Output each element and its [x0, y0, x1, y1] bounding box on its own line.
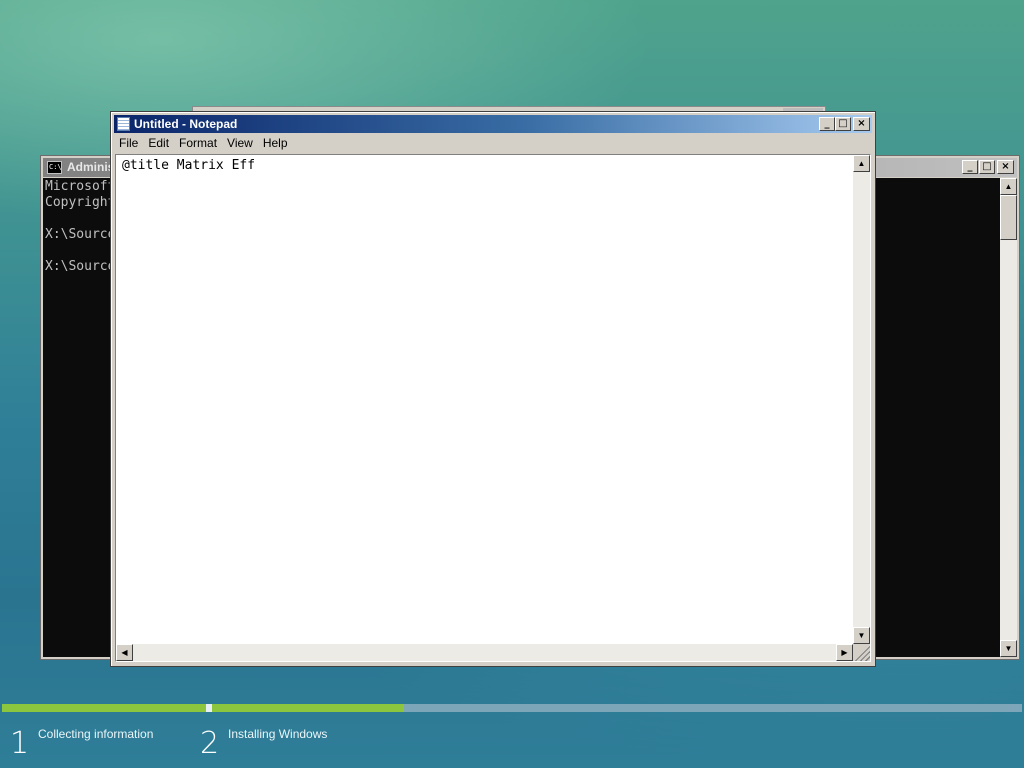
step-label: Installing Windows [228, 727, 328, 741]
scroll-down-arrow-icon[interactable]: ▼ [1000, 640, 1017, 657]
minimize-button[interactable]: _ [819, 117, 835, 131]
maximize-button[interactable]: □ [979, 160, 995, 174]
scroll-right-arrow-icon[interactable]: ▶ [836, 644, 853, 661]
cmd-icon: C:\ [47, 161, 62, 174]
notepad-title-bar[interactable]: Untitled - Notepad _ □ × [114, 115, 872, 133]
scroll-down-arrow-icon[interactable]: ▼ [853, 627, 870, 644]
close-button[interactable]: × [853, 117, 870, 131]
step-number: 2 [200, 726, 220, 761]
menu-view[interactable]: View [222, 134, 258, 150]
menu-format[interactable]: Format [174, 134, 222, 150]
progress-step2-fill [212, 704, 404, 712]
resize-grip-icon[interactable] [853, 644, 870, 661]
text-editor[interactable]: @title Matrix Eff ▲ ▼ ◀ ▶ [115, 154, 871, 662]
progress-step1-fill [2, 704, 206, 712]
console-vertical-scrollbar[interactable]: ▲ ▼ [1000, 178, 1017, 657]
menu-bar: File Edit Format View Help [114, 134, 872, 153]
menu-file[interactable]: File [114, 134, 143, 150]
notepad-window[interactable]: Untitled - Notepad _ □ × File Edit Format V… [110, 111, 876, 667]
editor-vertical-scrollbar[interactable]: ▲ ▼ [853, 155, 870, 644]
setup-progress-bar [2, 704, 1022, 712]
editor-content[interactable]: @title Matrix Eff [122, 158, 848, 639]
maximize-button[interactable]: □ [835, 117, 851, 131]
scroll-up-arrow-icon[interactable]: ▲ [853, 155, 870, 172]
menu-edit[interactable]: Edit [143, 134, 174, 150]
menu-help[interactable]: Help [258, 134, 293, 150]
scroll-left-arrow-icon[interactable]: ◀ [116, 644, 133, 661]
editor-horizontal-scrollbar[interactable]: ◀ ▶ [116, 644, 853, 661]
scroll-up-arrow-icon[interactable]: ▲ [1000, 178, 1017, 195]
step-label: Collecting information [38, 727, 154, 741]
step-number: 1 [10, 726, 30, 761]
minimize-button[interactable]: _ [962, 160, 978, 174]
console-title: Adminis [67, 160, 115, 174]
notepad-title: Untitled - Notepad [134, 117, 238, 131]
scroll-thumb[interactable] [1000, 195, 1017, 240]
close-button[interactable]: × [997, 160, 1014, 174]
notepad-icon [117, 117, 130, 131]
setup-progress-area: 1 Collecting information 2 Installing Wi… [0, 700, 1024, 768]
